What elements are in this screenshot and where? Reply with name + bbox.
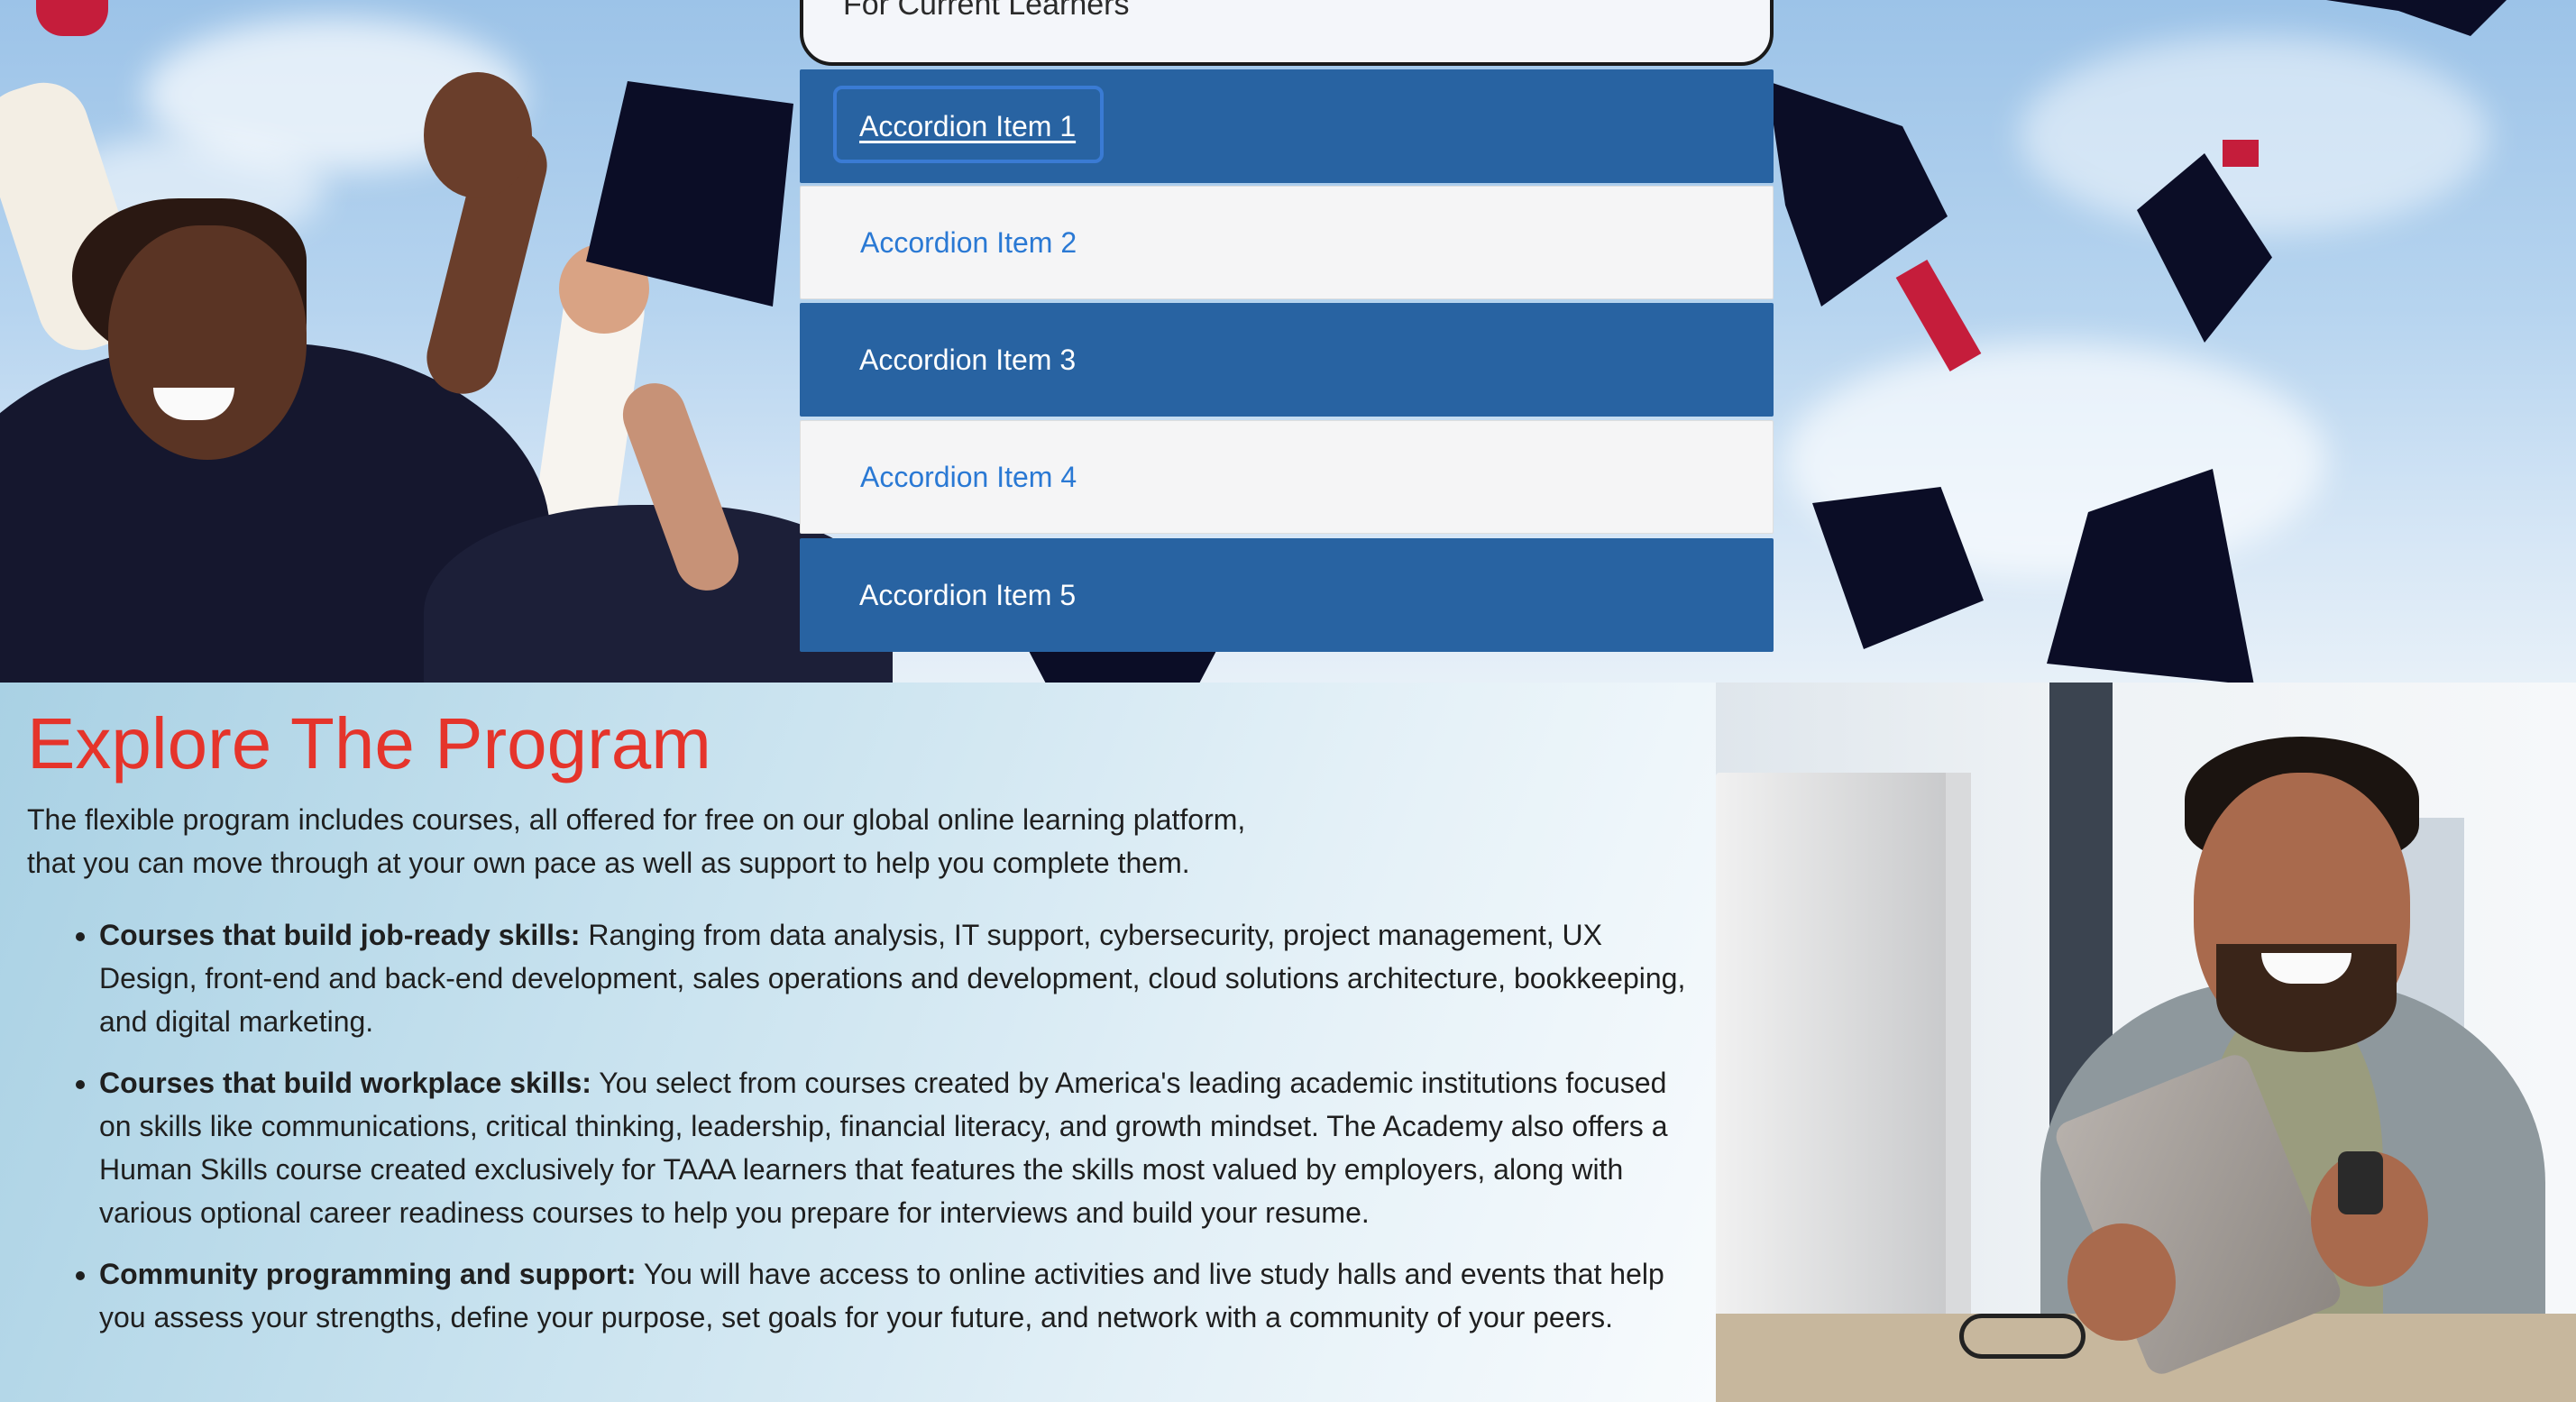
accordion-item-label: Accordion Item 1 <box>859 109 1077 142</box>
computer-monitor <box>1716 773 1959 1350</box>
computer-monitor-edge <box>1946 773 1971 1332</box>
accordion-header-label: For Current Learners <box>843 0 1130 22</box>
accordion-header: For Current Learners <box>800 0 1774 66</box>
accordion-item-label: Accordion Item 5 <box>859 578 1077 611</box>
accordion-item-1[interactable]: Accordion Item 1 <box>800 69 1774 183</box>
raised-hand <box>424 72 532 198</box>
graduation-cap <box>2326 0 2507 36</box>
list-item-heading: Courses that build job-ready skills: <box>99 919 581 951</box>
eyeglasses <box>1959 1314 2086 1359</box>
accordion-item-label: Accordion Item 4 <box>860 460 1077 493</box>
explore-section: Explore The Program The flexible program… <box>0 683 1716 1402</box>
section-title: Explore The Program <box>27 703 711 783</box>
wristwatch <box>2338 1151 2383 1214</box>
accordion-item-4[interactable]: Accordion Item 4 <box>800 420 1774 534</box>
intro-paragraph: The flexible program includes courses, a… <box>27 798 1325 884</box>
program-feature-list: Courses that build job-ready skills: Ran… <box>99 913 1686 1357</box>
accordion-item-5[interactable]: Accordion Item 5 <box>800 538 1774 652</box>
list-item: Community programming and support: You w… <box>99 1252 1686 1339</box>
accordion-item-3[interactable]: Accordion Item 3 <box>800 303 1774 417</box>
tassel <box>2223 140 2259 167</box>
intro-line: The flexible program includes courses, a… <box>27 803 1246 836</box>
intro-line: that you can move through at your own pa… <box>27 847 1190 879</box>
graduation-cap <box>1028 649 1217 683</box>
learner-photo <box>1716 683 2576 1402</box>
list-item-heading: Courses that build workplace skills: <box>99 1067 591 1099</box>
learner-hand <box>2067 1223 2176 1341</box>
tassel <box>36 0 108 36</box>
accordion-item-2[interactable]: Accordion Item 2 <box>800 186 1774 299</box>
sky-cloud <box>2020 36 2489 234</box>
list-item: Courses that build job-ready skills: Ran… <box>99 913 1686 1043</box>
list-item-heading: Community programming and support: <box>99 1258 637 1290</box>
list-item: Courses that build workplace skills: You… <box>99 1061 1686 1234</box>
accordion-item-label: Accordion Item 2 <box>860 225 1077 259</box>
graduate-face <box>108 225 307 460</box>
accordion-item-label: Accordion Item 3 <box>859 343 1077 376</box>
